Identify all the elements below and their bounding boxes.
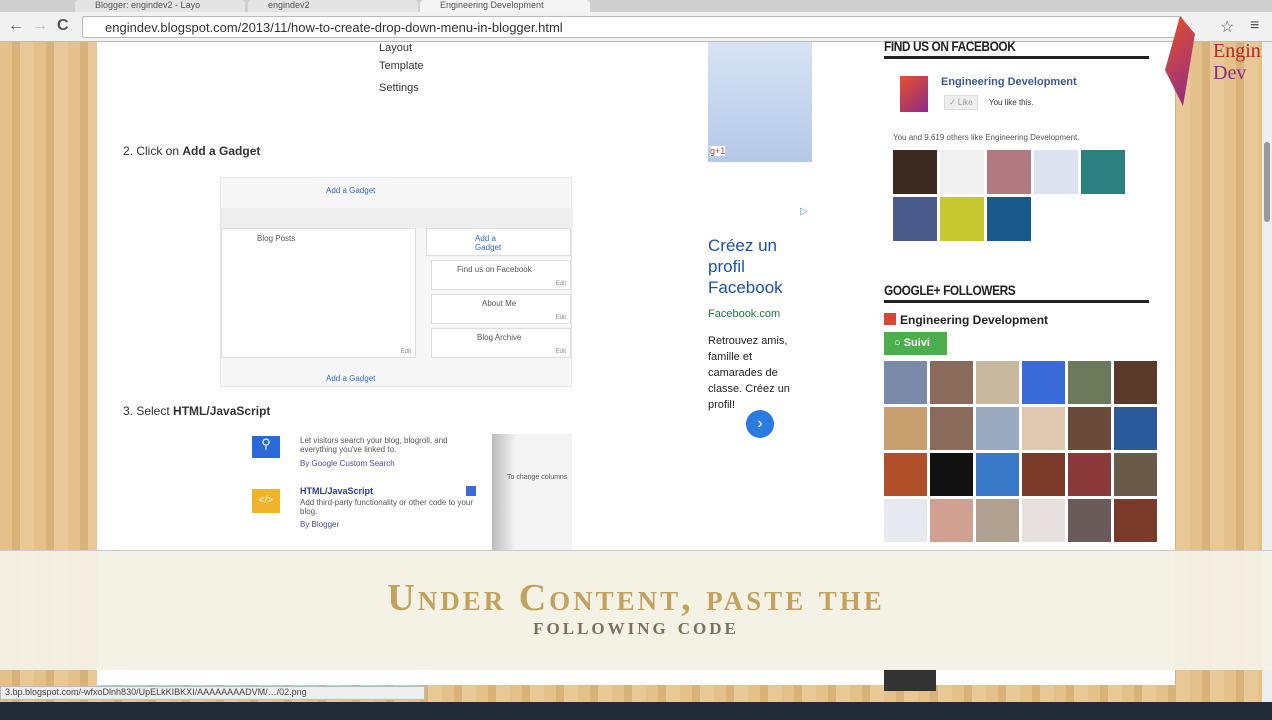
engindev-logo: Engin Dev (1165, 6, 1265, 106)
ad-image: g+1 (708, 42, 812, 162)
tab-blogger-layout[interactable]: Blogger: engindev2 - Layo (75, 0, 245, 12)
add-gadget-label: Add a Gadget (326, 186, 376, 195)
facebook-widget: FIND US ON FACEBOOK Engineering Developm… (884, 38, 1149, 241)
follower-avatar[interactable] (930, 361, 973, 404)
facebook-heading: FIND US ON FACEBOOK (884, 38, 1016, 54)
menu-item-template: Template (379, 60, 424, 72)
follower-avatar[interactable] (884, 407, 927, 450)
fan-avatar[interactable] (987, 150, 1031, 194)
step-3: 3. Select HTML/JavaScript (123, 404, 271, 418)
status-bar: 3.bp.blogspot.com/-wfxoDlnh830/UpELkKIBK… (0, 686, 425, 700)
tab-engindev2[interactable]: engindev2 (248, 0, 418, 12)
caption-line-2: following code (533, 614, 739, 640)
follower-avatar[interactable] (1068, 453, 1111, 496)
follower-avatar[interactable] (976, 499, 1019, 542)
code-icon: </> (252, 489, 280, 513)
add-gadget-link: Add a Gadget (475, 234, 502, 252)
follower-avatar[interactable] (930, 407, 973, 450)
you-like-text: You like this. (989, 98, 1034, 107)
add-gadget-bottom: Add a Gadget (326, 374, 376, 383)
html-js-desc: Add third-party functionality or other c… (300, 498, 473, 516)
follower-avatar[interactable] (930, 499, 973, 542)
back-icon[interactable]: ← (8, 17, 24, 35)
search-icon: ⚲ (252, 436, 280, 458)
logo-text-engin: Engin (1213, 40, 1261, 62)
follower-avatar[interactable] (1068, 407, 1111, 450)
blog-posts-label: Blog Posts (257, 234, 296, 243)
follower-avatar[interactable] (1022, 361, 1065, 404)
dock (0, 702, 1272, 720)
ad-title[interactable]: Créez un profil Facebook (708, 235, 803, 298)
gplus-heading: GOOGLE+ FOLLOWERS (884, 282, 1016, 298)
step-2: 2. Click on Add a Gadget (123, 144, 261, 158)
menu-item-layout: Layout (379, 42, 413, 54)
forward-icon[interactable]: → (32, 17, 48, 35)
edit-link: Edit (555, 349, 566, 355)
gplus-widget: GOOGLE+ FOLLOWERS Engineering Developmen… (884, 282, 1157, 542)
gplus-badge: g+1 (710, 146, 726, 156)
follower-avatar[interactable] (884, 453, 927, 496)
follower-avatar[interactable] (1022, 453, 1065, 496)
ad-body: Retrouvez amis, famille et camarades de … (708, 335, 790, 411)
fan-avatar[interactable] (893, 197, 937, 241)
html-js-by: By Blogger (300, 520, 340, 529)
address-bar[interactable]: engindev.blogspot.com/2013/11/how-to-cre… (82, 16, 1182, 38)
widget-archive: Blog Archive (477, 333, 522, 342)
search-desc: Let visitors search your blog, blogroll,… (300, 436, 448, 454)
follow-button[interactable]: ○ Suivi (884, 332, 947, 355)
fb-page-name[interactable]: Engineering Development (941, 76, 1077, 88)
edit-link: Edit (400, 349, 411, 355)
follower-avatar[interactable] (930, 453, 973, 496)
gadget-screenshot: ⚲ Let visitors search your blog, blogrol… (232, 434, 572, 550)
follower-avatar[interactable] (1114, 453, 1157, 496)
widget-image (884, 669, 936, 691)
fan-avatar[interactable] (1034, 150, 1078, 194)
edit-link: Edit (555, 281, 566, 287)
follower-avatar[interactable] (976, 407, 1019, 450)
widget-about: About Me (482, 299, 517, 308)
side-note: To change columns (507, 474, 568, 481)
logo-text-dev: Dev (1213, 62, 1247, 84)
follower-avatar[interactable] (1068, 499, 1111, 542)
layout-screenshot: Add a Gadget Blog Posts Edit Add a Gadget… (220, 177, 573, 387)
follower-avatar[interactable] (1114, 361, 1157, 404)
adchoices-icon[interactable]: ▷ (800, 206, 808, 217)
fan-avatar[interactable] (893, 150, 937, 194)
widget-facebook: Find us on Facebook (457, 265, 532, 274)
follower-avatar[interactable] (976, 361, 1019, 404)
fan-avatar[interactable] (940, 150, 984, 194)
follower-avatar[interactable] (1114, 499, 1157, 542)
ad-domain[interactable]: Facebook.com (708, 308, 780, 320)
html-js-title: HTML/JavaScript (300, 486, 374, 496)
follower-avatar[interactable] (1022, 499, 1065, 542)
reload-icon[interactable]: C (57, 17, 69, 35)
tab-engineering-development[interactable]: Engineering Development (420, 0, 590, 12)
fan-avatar[interactable] (1081, 150, 1125, 194)
tab-strip: Blogger: engindev2 - Layo engindev2 Engi… (0, 0, 1272, 12)
edit-link: Edit (555, 315, 566, 321)
gplus-page-name[interactable]: Engineering Development (900, 313, 1048, 327)
chevron-right-icon[interactable]: › (746, 410, 774, 438)
video-caption: Under Content, paste the following code (0, 550, 1272, 670)
follower-avatar[interactable] (1022, 407, 1065, 450)
search-by: By Google Custom Search (300, 459, 395, 468)
follower-avatar[interactable] (884, 499, 927, 542)
follower-avatar[interactable] (1068, 361, 1111, 404)
fan-avatar[interactable] (987, 197, 1031, 241)
gplus-icon (884, 313, 896, 325)
fb-count: You and 9,619 others like Engineering De… (893, 133, 1080, 142)
like-button[interactable]: ✓ Like (944, 95, 978, 110)
menu-item-settings: Settings (379, 82, 419, 94)
fan-avatar[interactable] (940, 197, 984, 241)
follower-avatar[interactable] (884, 361, 927, 404)
follower-avatar[interactable] (1114, 407, 1157, 450)
follower-avatar[interactable] (976, 453, 1019, 496)
page-logo (900, 76, 928, 112)
add-icon (466, 486, 476, 496)
